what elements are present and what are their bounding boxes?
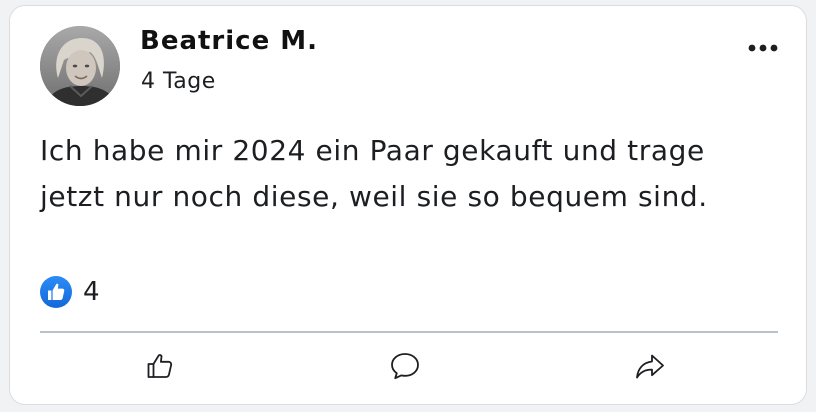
divider — [40, 331, 778, 333]
share-button[interactable] — [630, 346, 670, 386]
share-arrow-icon — [636, 354, 664, 379]
avatar[interactable] — [40, 26, 120, 106]
comment-button[interactable] — [385, 346, 425, 386]
avatar-image — [40, 26, 120, 106]
more-options-button[interactable] — [745, 36, 781, 60]
post-text: Ich habe mir 2024 ein Paar gekauft und t… — [40, 134, 708, 213]
author-name[interactable]: Beatrice M. — [140, 26, 318, 56]
like-button[interactable] — [140, 346, 180, 386]
reaction-count: 4 — [83, 277, 100, 307]
more-horizontal-icon — [748, 44, 778, 52]
reaction-summary[interactable]: 4 — [39, 274, 100, 310]
post-timestamp[interactable]: 4 Tage — [141, 69, 216, 94]
like-reaction-icon — [40, 276, 72, 308]
post-card: Beatrice M. 4 Tage Ich habe mir 2024 ein… — [9, 5, 807, 405]
comment-bubble-icon — [391, 353, 419, 380]
thumbs-up-icon — [147, 354, 173, 378]
